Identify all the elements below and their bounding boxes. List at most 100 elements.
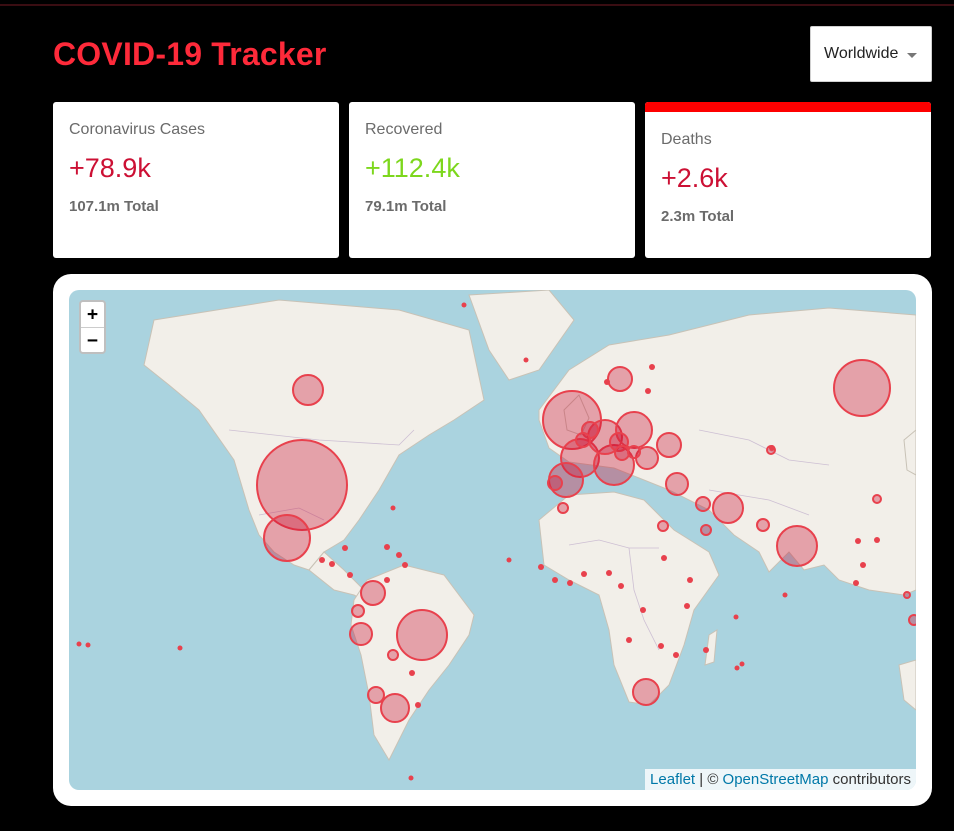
dot-mongolia [769, 445, 775, 451]
top-border [0, 0, 954, 6]
deaths-total-suffix: Total [699, 208, 735, 225]
cases-total: 107.1m Total [69, 198, 205, 215]
circle-iraq [695, 496, 711, 512]
map-attribution: Leaflet | © OpenStreetMap contributors [645, 769, 916, 790]
country-select-value: Worldwide [824, 45, 899, 62]
dot-madagascar [703, 647, 709, 653]
dot-hawaii-1 [76, 641, 82, 647]
circle-south-africa [632, 678, 660, 706]
zoom-out-button[interactable]: − [81, 327, 104, 352]
recovered-label: Recovered [365, 121, 443, 138]
circle-egypt [657, 520, 669, 532]
dot-congo [640, 607, 646, 613]
dot-mozambique [673, 652, 679, 658]
map-card: + − Leaflet | © OpenStreetMap contributo… [53, 274, 932, 806]
circle-portugal [547, 475, 563, 491]
cases-card[interactable]: Coronavirus Cases +78.9k 107.1m Total [53, 102, 339, 258]
land-africa [538, 491, 720, 706]
circle-morocco [557, 502, 569, 514]
caret-down-icon [907, 53, 917, 58]
dot-guatemala [319, 557, 325, 563]
dot-dominican [384, 544, 390, 550]
dot-china [874, 537, 880, 543]
dot-kenya [684, 603, 690, 609]
circle-ecuador [351, 604, 365, 618]
attribution-separator: | © [695, 771, 723, 788]
recovered-card[interactable]: Recovered +112.4k 79.1m Total [349, 102, 635, 258]
dot-falklands [408, 775, 414, 781]
dot-vietnam [860, 562, 866, 568]
dot-pacific [177, 645, 183, 651]
dot-bermuda [390, 505, 396, 511]
circle-indonesia [908, 614, 916, 626]
circle-austria [614, 445, 630, 461]
dot-west-africa-4 [581, 571, 587, 577]
dot-ethiopia [687, 577, 693, 583]
circle-belgium [575, 432, 591, 448]
circle-canada [292, 374, 324, 406]
circle-hungary [627, 445, 641, 459]
circle-colombia [360, 580, 386, 606]
dot-hawaii-2 [85, 642, 91, 648]
land-oceania [898, 659, 916, 711]
zoom-control: + − [79, 300, 106, 354]
dot-panama [347, 572, 353, 578]
circle-brazil [396, 609, 448, 661]
deaths-total: 2.3m Total [661, 208, 734, 225]
osm-link[interactable]: OpenStreetMap [723, 771, 829, 788]
dot-cuba [342, 545, 348, 551]
deaths-label: Deaths [661, 131, 712, 148]
circle-russia [833, 359, 891, 417]
dot-sri-lanka [782, 592, 788, 598]
dot-mauritius [734, 665, 740, 671]
dot-zambia [658, 643, 664, 649]
land-greenland [468, 290, 575, 381]
zoom-in-button[interactable]: + [81, 302, 104, 327]
circle-sweden [607, 366, 633, 392]
dot-uruguay [415, 702, 421, 708]
circle-iran [712, 492, 744, 524]
land-north-america [143, 299, 485, 571]
dot-faroe [523, 357, 529, 363]
dot-seychelles [733, 614, 739, 620]
circle-bolivia [387, 649, 399, 661]
dot-caribbean-2 [402, 562, 408, 568]
dot-cameroon [618, 583, 624, 589]
cases-label: Coronavirus Cases [69, 121, 206, 138]
circle-chile [367, 686, 385, 704]
circle-mexico [263, 514, 311, 562]
map-canvas [76, 290, 916, 781]
dot-west-africa-1 [538, 564, 544, 570]
dot-venezuela [384, 577, 390, 583]
selected-indicator [645, 102, 931, 112]
circle-pakistan [756, 518, 770, 532]
world-map[interactable]: + − Leaflet | © OpenStreetMap contributo… [69, 290, 916, 790]
circle-saudi [700, 524, 712, 536]
circle-argentina [380, 693, 410, 723]
cases-today: +78.9k [69, 153, 151, 183]
recovered-total-value: 79.1m [365, 198, 408, 215]
recovered-total: 79.1m Total [365, 198, 460, 215]
deaths-today: +2.6k [661, 163, 728, 193]
dot-nigeria [606, 570, 612, 576]
dot-west-africa-2 [552, 577, 558, 583]
country-select[interactable]: Worldwide [810, 26, 932, 82]
cases-total-value: 107.1m [69, 198, 120, 215]
deaths-card[interactable]: Deaths +2.6k 2.3m Total [645, 102, 931, 258]
circle-ukraine [656, 432, 682, 458]
circle-turkey [665, 472, 689, 496]
dot-azores [506, 557, 512, 563]
recovered-today: +112.4k [365, 153, 460, 183]
circle-peru [349, 622, 373, 646]
leaflet-link[interactable]: Leaflet [650, 771, 695, 788]
recovered-total-suffix: Total [411, 198, 447, 215]
circle-india [776, 525, 818, 567]
circle-japan [872, 494, 882, 504]
dot-reunion [739, 661, 745, 667]
deaths-total-value: 2.3m [661, 208, 696, 225]
dot-iceland [461, 302, 467, 308]
attribution-suffix: contributors [828, 771, 911, 788]
dot-korea [855, 538, 861, 544]
dot-west-africa-3 [567, 580, 573, 586]
cases-total-suffix: Total [124, 198, 159, 215]
